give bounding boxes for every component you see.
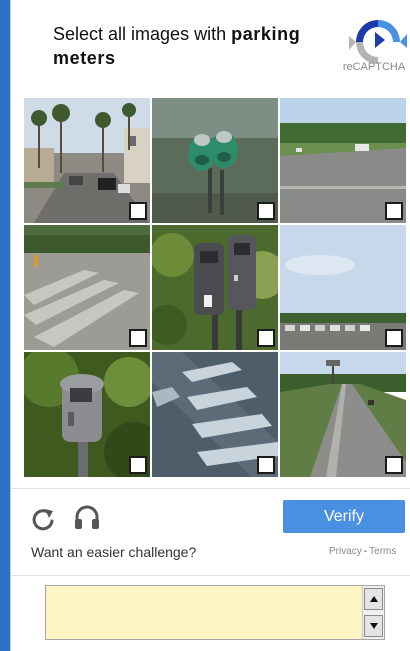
recaptcha-frame: Select all images with parking meters re… (10, 0, 410, 651)
image-tile-8[interactable] (152, 352, 278, 477)
challenge-prompt: Select all images with parking meters (53, 22, 333, 70)
scroll-up-button[interactable] (364, 588, 383, 610)
verify-button[interactable]: Verify (283, 500, 405, 533)
tile-checkbox[interactable] (257, 456, 275, 474)
challenge-header: Select all images with parking meters re… (11, 0, 410, 92)
image-grid (24, 98, 406, 481)
scroll-down-button[interactable] (364, 615, 383, 637)
recaptcha-logo-text: reCAPTCHA (342, 61, 406, 73)
image-tile-1[interactable] (24, 98, 150, 223)
response-textarea[interactable] (46, 586, 362, 639)
prompt-prefix: Select all images with (53, 24, 227, 44)
image-tile-7[interactable] (24, 352, 150, 477)
tile-checkbox[interactable] (385, 202, 403, 220)
textarea-scrollbar[interactable] (362, 586, 384, 639)
image-tile-4[interactable] (24, 225, 150, 350)
tile-checkbox[interactable] (257, 202, 275, 220)
tile-checkbox[interactable] (257, 329, 275, 347)
headphones-icon[interactable] (73, 503, 101, 531)
tile-checkbox[interactable] (129, 456, 147, 474)
legal-links: Privacy - Terms (329, 546, 396, 557)
legal-separator: - (363, 546, 368, 557)
divider (11, 575, 410, 576)
image-tile-2[interactable] (152, 98, 278, 223)
tile-checkbox[interactable] (385, 456, 403, 474)
easier-challenge-link[interactable]: Want an easier challenge? (31, 544, 196, 560)
tile-checkbox[interactable] (129, 329, 147, 347)
image-tile-3[interactable] (280, 98, 406, 223)
image-tile-5[interactable] (152, 225, 278, 350)
privacy-link[interactable]: Privacy (329, 546, 362, 557)
arrow-up-icon (370, 596, 378, 602)
terms-link[interactable]: Terms (369, 546, 396, 557)
tile-checkbox[interactable] (129, 202, 147, 220)
image-tile-6[interactable] (280, 225, 406, 350)
response-textarea-box (45, 585, 385, 640)
divider (11, 488, 410, 489)
reload-icon[interactable] (29, 505, 57, 533)
image-tile-9[interactable] (280, 352, 406, 477)
arrow-down-icon (370, 623, 378, 629)
tile-checkbox[interactable] (385, 329, 403, 347)
